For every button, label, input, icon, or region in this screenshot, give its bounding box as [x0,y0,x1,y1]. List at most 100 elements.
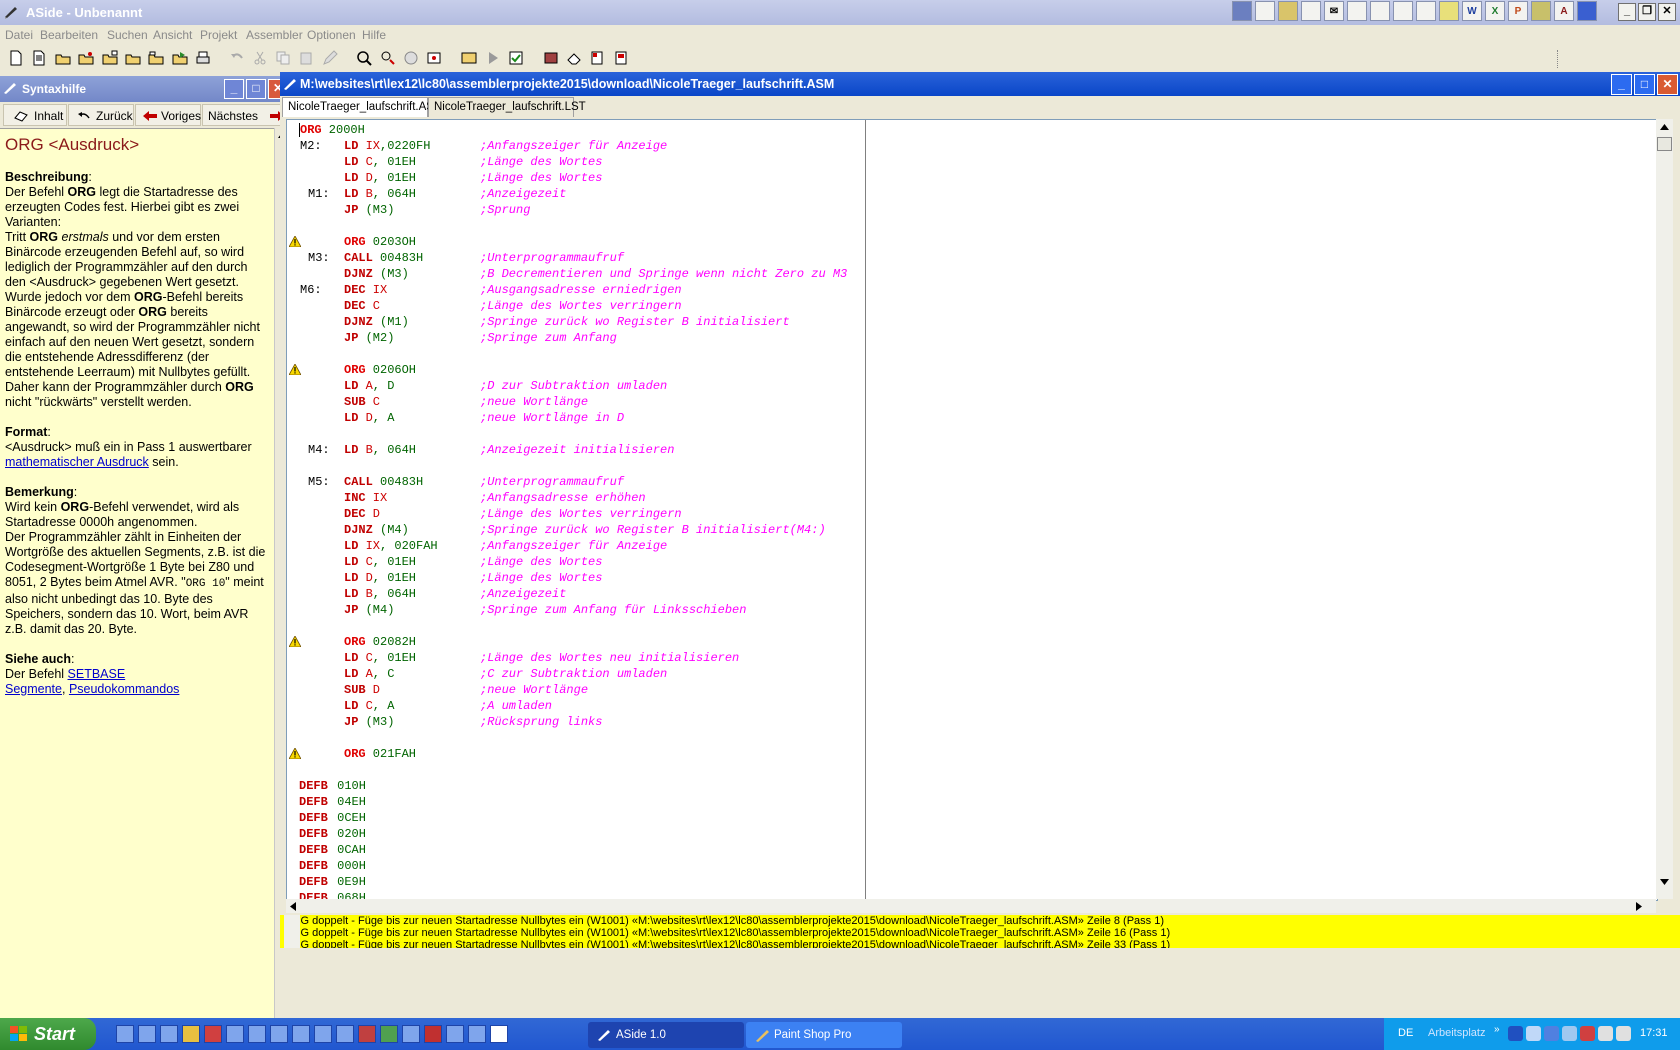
editor-horizontal-scrollbar[interactable] [286,899,1656,913]
quicklaunch-icon[interactable] [226,1025,244,1043]
undo-icon[interactable] [229,50,245,66]
app-shortcut-icon[interactable] [1255,1,1275,21]
eraser-icon[interactable] [566,50,582,66]
word-icon[interactable]: W [1462,1,1482,21]
menu-ansicht[interactable]: Ansicht [153,28,192,42]
new-file-icon[interactable] [8,50,24,66]
taskbar-item-paintshop[interactable]: Paint Shop Pro [746,1022,902,1048]
quicklaunch-icon[interactable] [468,1025,486,1043]
app-shortcut-icon[interactable] [1301,1,1321,21]
goto-icon[interactable] [426,50,442,66]
app-shortcut-icon[interactable] [1278,1,1298,21]
paste-icon[interactable] [298,50,314,66]
help-flag-icon[interactable] [613,50,629,66]
menu-datei[interactable]: Datei [5,28,33,42]
menu-projekt[interactable]: Projekt [200,28,237,42]
find-next-icon[interactable] [403,50,419,66]
message-pane[interactable]: ORG doppelt - Füge bis zur neuen Startad… [280,915,1680,948]
ie-icon[interactable] [160,1025,178,1043]
scroll-up-icon[interactable] [1660,124,1669,130]
menu-suchen[interactable]: Suchen [107,28,148,42]
app-shortcut-icon[interactable] [1393,1,1413,21]
quicklaunch-icon[interactable] [424,1025,442,1043]
editor-vertical-scrollbar[interactable] [1656,119,1673,899]
taskbar-item-aside[interactable]: ASide 1.0 [588,1022,744,1048]
message-line[interactable]: ORG doppelt - Füge bis zur neuen Startad… [284,927,1170,939]
open-icon[interactable] [55,50,71,66]
help-back-button[interactable]: Zurück [68,104,134,126]
open-project-icon[interactable] [78,50,94,66]
message-line[interactable]: ORG doppelt - Füge bis zur neuen Startad… [284,915,1164,927]
message-line[interactable]: ORG doppelt - Füge bis zur neuen Startad… [284,939,1170,948]
menu-optionen[interactable]: Optionen [307,28,356,42]
edit-icon[interactable] [322,50,338,66]
tray-icon[interactable] [1598,1026,1613,1041]
scroll-right-icon[interactable] [1636,902,1642,911]
scroll-thumb[interactable] [1657,137,1672,151]
setbase-link[interactable]: SETBASE [68,667,126,681]
quicklaunch-icon[interactable] [402,1025,420,1043]
save-all-icon[interactable] [148,50,164,66]
books-icon[interactable] [543,50,559,66]
help-contents-button[interactable]: Inhalt [3,104,67,126]
quicklaunch-icon[interactable] [336,1025,354,1043]
quicklaunch-icon[interactable] [380,1025,398,1043]
segments-link[interactable]: Segmente [5,682,62,696]
new-document-icon[interactable] [31,50,47,66]
find-icon[interactable] [356,50,372,66]
replace-icon[interactable] [380,50,396,66]
quicklaunch-icon[interactable] [270,1025,288,1043]
cut-icon[interactable] [252,50,268,66]
help-minimize-button[interactable]: _ [224,79,244,99]
save-as-icon[interactable] [125,50,141,66]
excel-icon[interactable]: X [1485,1,1505,21]
quicklaunch-icon[interactable] [446,1025,464,1043]
help-prev-button[interactable]: Voriges [135,104,201,126]
language-indicator[interactable]: DE [1398,1027,1413,1039]
workspace-label[interactable]: Arbeitsplatz [1428,1027,1485,1039]
quicklaunch-icon[interactable] [358,1025,376,1043]
quicklaunch-icon[interactable] [292,1025,310,1043]
menu-assembler[interactable]: Assembler [246,28,303,42]
tray-icon[interactable] [1526,1026,1541,1041]
save-icon[interactable] [102,50,118,66]
quicklaunch-icon[interactable] [182,1025,200,1043]
assemble-icon[interactable] [461,50,477,66]
app-shortcut-icon[interactable] [1531,1,1551,21]
app-shortcut-icon[interactable] [1232,1,1252,21]
tab-asm[interactable]: NicoleTraeger_laufschrift.ASM [282,97,444,117]
check-icon[interactable] [508,50,524,66]
app-shortcut-icon[interactable] [1347,1,1367,21]
scroll-down-icon[interactable] [1660,879,1669,885]
tab-lst[interactable]: NicoleTraeger_laufschrift.LST [428,97,586,117]
app-shortcut-icon[interactable] [1439,1,1459,21]
start-button[interactable]: Start [0,1018,96,1050]
copy-icon[interactable] [275,50,291,66]
shield-icon[interactable] [1580,1026,1595,1041]
help-book-icon[interactable] [589,50,605,66]
tray-expand-icon[interactable]: » [1494,1024,1500,1035]
restore-button[interactable]: ❐ [1638,3,1656,21]
close-button[interactable]: ✕ [1658,3,1676,21]
quicklaunch-icon[interactable] [204,1025,222,1043]
volume-icon[interactable] [1616,1026,1631,1041]
print-icon[interactable] [195,50,211,66]
scroll-left-icon[interactable] [290,902,296,911]
tray-icon[interactable] [1544,1026,1559,1041]
powerpoint-icon[interactable]: P [1508,1,1528,21]
minimize-button[interactable]: _ [1618,3,1636,21]
pseudo-commands-link[interactable]: Pseudokommandos [69,682,179,696]
code-editor[interactable]: ORG 2000H M2: LD IX ,0220FH ;Anfangszeiger für… [286,119,1658,901]
quicklaunch-icon[interactable] [490,1025,508,1043]
menu-hilfe[interactable]: Hilfe [362,28,386,42]
app-shortcut-icon[interactable] [1370,1,1390,21]
access-icon[interactable]: A [1554,1,1574,21]
quicklaunch-icon[interactable] [314,1025,332,1043]
app-shortcut-icon[interactable] [1416,1,1436,21]
help-next-button[interactable]: Nächstes [202,104,288,126]
quicklaunch-icon[interactable] [248,1025,266,1043]
editor-maximize-button[interactable]: □ [1634,74,1655,95]
help-maximize-button[interactable]: □ [246,79,266,99]
export-icon[interactable] [172,50,188,66]
editor-close-button[interactable]: ✕ [1657,74,1678,95]
